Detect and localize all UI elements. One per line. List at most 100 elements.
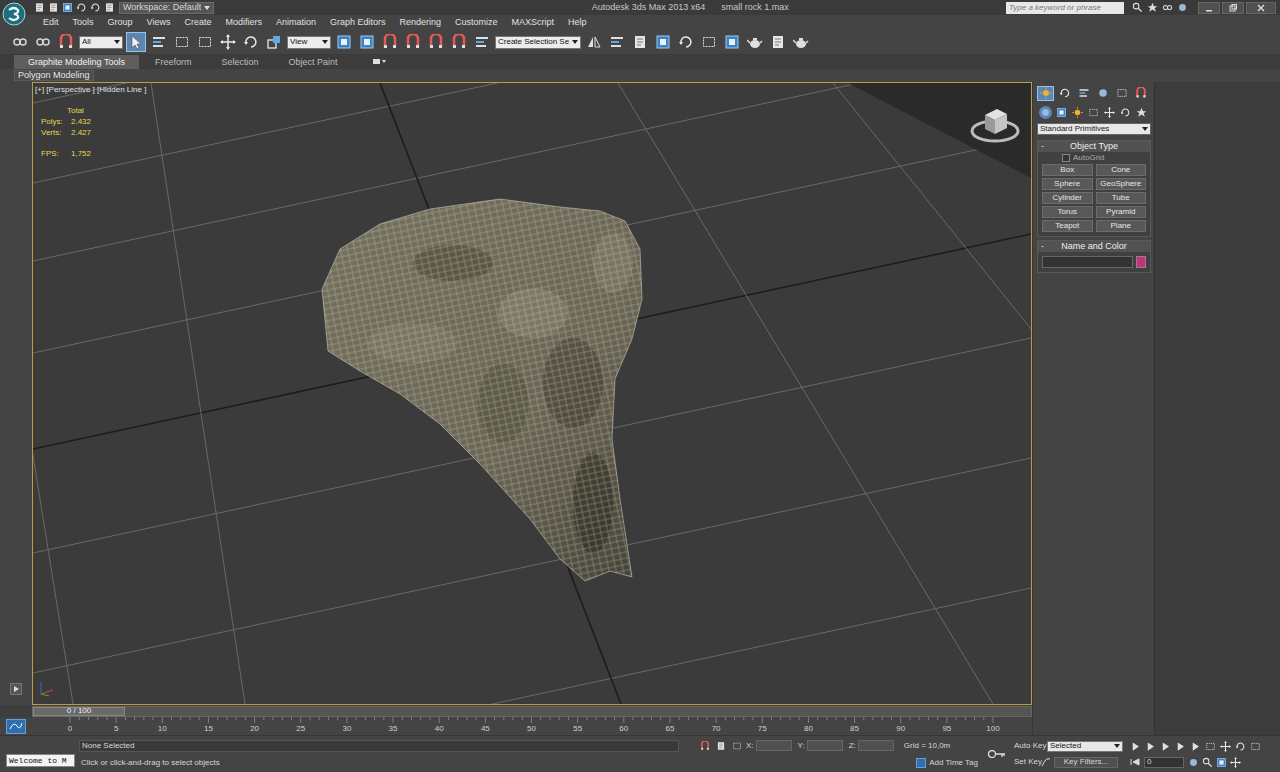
walk-through-icon[interactable] bbox=[1230, 757, 1241, 768]
coordinate-input[interactable] bbox=[756, 740, 792, 751]
help-icon[interactable] bbox=[1177, 2, 1188, 13]
project-folder-icon[interactable] bbox=[104, 2, 115, 13]
menu-item[interactable]: Views bbox=[140, 15, 178, 30]
shapes-icon[interactable] bbox=[1055, 106, 1068, 119]
play-icon[interactable] bbox=[1160, 741, 1171, 752]
rectangle-selection-icon[interactable] bbox=[172, 32, 192, 52]
window-crossing-icon[interactable] bbox=[195, 32, 215, 52]
unlink-icon[interactable] bbox=[33, 32, 53, 52]
space-warps-icon[interactable] bbox=[1119, 106, 1132, 119]
ribbon-tab[interactable]: Object Paint bbox=[274, 55, 351, 69]
viewport-canvas[interactable] bbox=[33, 83, 1031, 704]
primitive-button[interactable]: Cone bbox=[1096, 164, 1147, 176]
key-mode-toggle-icon[interactable] bbox=[1130, 757, 1140, 767]
close-icon[interactable] bbox=[1246, 2, 1276, 14]
menu-item[interactable]: MAXScript bbox=[505, 15, 562, 30]
next-frame-icon[interactable] bbox=[1175, 741, 1186, 752]
rock-mesh[interactable] bbox=[313, 193, 653, 593]
go-to-end-icon[interactable] bbox=[1190, 741, 1201, 752]
display-tab-icon[interactable] bbox=[1113, 86, 1130, 101]
minimize-icon[interactable] bbox=[1198, 2, 1220, 14]
coordinate-field[interactable]: X: bbox=[746, 740, 792, 751]
search-field[interactable] bbox=[1006, 2, 1124, 14]
menu-item[interactable]: Rendering bbox=[393, 15, 449, 30]
modify-tab-icon[interactable] bbox=[1056, 86, 1073, 101]
isolate-toggle-icon[interactable] bbox=[700, 741, 710, 751]
go-to-start-icon[interactable] bbox=[1130, 741, 1141, 752]
open-file-icon[interactable] bbox=[48, 2, 59, 13]
material-editor-icon[interactable] bbox=[722, 32, 742, 52]
mirror-icon[interactable] bbox=[584, 32, 604, 52]
schematic-view-icon[interactable] bbox=[699, 32, 719, 52]
maximize-viewport-icon[interactable] bbox=[1250, 741, 1261, 752]
primitive-button[interactable]: GeoSphere bbox=[1096, 178, 1147, 190]
zoom-all-icon[interactable] bbox=[1202, 757, 1213, 768]
menu-item[interactable]: Modifiers bbox=[218, 15, 269, 30]
object-color-swatch[interactable] bbox=[1136, 256, 1146, 268]
named-selection-dropdown[interactable]: Create Selection Se bbox=[495, 36, 581, 49]
ribbon-tab[interactable]: Freeform bbox=[141, 55, 206, 69]
zoom-icon[interactable] bbox=[1205, 741, 1216, 752]
absolute-mode-icon[interactable] bbox=[732, 741, 742, 751]
autogrid-row[interactable]: AutoGrid bbox=[1038, 152, 1150, 164]
select-and-manipulate-icon[interactable] bbox=[357, 32, 377, 52]
ribbon-tab[interactable]: Graphite Modeling Tools bbox=[14, 55, 139, 69]
geometry-icon[interactable] bbox=[1039, 106, 1052, 119]
search-icon[interactable] bbox=[1132, 2, 1143, 13]
perspective-viewport[interactable]: [+] [Perspective ] [Hidden Line ] TotalP… bbox=[32, 82, 1032, 705]
previous-frame-icon[interactable] bbox=[1145, 741, 1156, 752]
expand-layout-icon[interactable] bbox=[10, 683, 22, 695]
menu-item[interactable]: Edit bbox=[36, 15, 66, 30]
rollout-toggle[interactable]: - bbox=[1041, 242, 1051, 251]
reference-coordinate-dropdown[interactable]: View bbox=[287, 36, 331, 49]
redo-icon[interactable] bbox=[90, 2, 101, 13]
align-icon[interactable] bbox=[607, 32, 627, 52]
primitive-button[interactable]: Sphere bbox=[1042, 178, 1093, 190]
hierarchy-tab-icon[interactable] bbox=[1075, 86, 1092, 101]
favorites-icon[interactable] bbox=[1147, 2, 1158, 13]
selection-filter-dropdown[interactable]: All bbox=[79, 36, 123, 49]
mini-curve-editor-icon[interactable] bbox=[0, 717, 32, 735]
primitive-button[interactable]: Cylinder bbox=[1042, 192, 1093, 204]
current-frame-field[interactable]: 0 bbox=[1144, 757, 1184, 768]
polygon-modeling-panel[interactable]: Polygon Modeling bbox=[14, 70, 94, 81]
create-tab-icon[interactable] bbox=[1037, 86, 1054, 101]
new-file-icon[interactable] bbox=[34, 2, 45, 13]
utilities-tab-icon[interactable] bbox=[1132, 86, 1149, 101]
key-mode-dropdown[interactable]: Selected bbox=[1047, 741, 1123, 752]
viewport-label-text[interactable]: [+] [Perspective ] [Hidden Line ] bbox=[35, 85, 146, 94]
add-time-tag[interactable]: Add Time Tag bbox=[929, 759, 978, 767]
curve-editor-icon[interactable] bbox=[676, 32, 696, 52]
rollout-header[interactable]: - Object Type bbox=[1038, 141, 1150, 152]
category-dropdown[interactable]: Standard Primitives bbox=[1037, 123, 1151, 135]
pivot-center-icon[interactable] bbox=[334, 32, 354, 52]
render-setup-icon[interactable] bbox=[745, 32, 765, 52]
bind-to-space-warp-icon[interactable] bbox=[56, 32, 76, 52]
time-slider-thumb[interactable]: 0 / 100 bbox=[33, 707, 125, 716]
viewcube-icon[interactable] bbox=[969, 101, 1021, 147]
spinner-snap-icon[interactable] bbox=[449, 32, 469, 52]
ribbon-tab[interactable]: Selection bbox=[207, 55, 272, 69]
app-logo-icon[interactable] bbox=[2, 0, 30, 15]
graphite-ribbon-icon[interactable] bbox=[653, 32, 673, 52]
primitive-button[interactable]: Plane bbox=[1096, 220, 1147, 232]
rendered-frame-icon[interactable] bbox=[768, 32, 788, 52]
menu-item[interactable]: Tools bbox=[66, 15, 101, 30]
undo-icon[interactable] bbox=[76, 2, 87, 13]
menu-item[interactable]: Create bbox=[177, 15, 218, 30]
menu-item[interactable]: Group bbox=[101, 15, 140, 30]
select-and-link-icon[interactable] bbox=[10, 32, 30, 52]
angle-snap-icon[interactable] bbox=[403, 32, 423, 52]
coordinate-input[interactable] bbox=[807, 740, 843, 751]
ribbon-options-icon[interactable] bbox=[373, 55, 387, 69]
selection-lock-icon[interactable] bbox=[716, 741, 726, 751]
layer-manager-icon[interactable] bbox=[630, 32, 650, 52]
select-and-move-icon[interactable] bbox=[218, 32, 238, 52]
restore-icon[interactable] bbox=[1222, 2, 1244, 14]
select-and-scale-icon[interactable] bbox=[264, 32, 284, 52]
coordinate-input[interactable] bbox=[858, 740, 894, 751]
edit-named-selection-icon[interactable] bbox=[472, 32, 492, 52]
lights-icon[interactable] bbox=[1071, 106, 1084, 119]
time-slider[interactable]: 0 / 100 bbox=[32, 706, 1032, 717]
menu-item[interactable]: Help bbox=[561, 15, 594, 30]
